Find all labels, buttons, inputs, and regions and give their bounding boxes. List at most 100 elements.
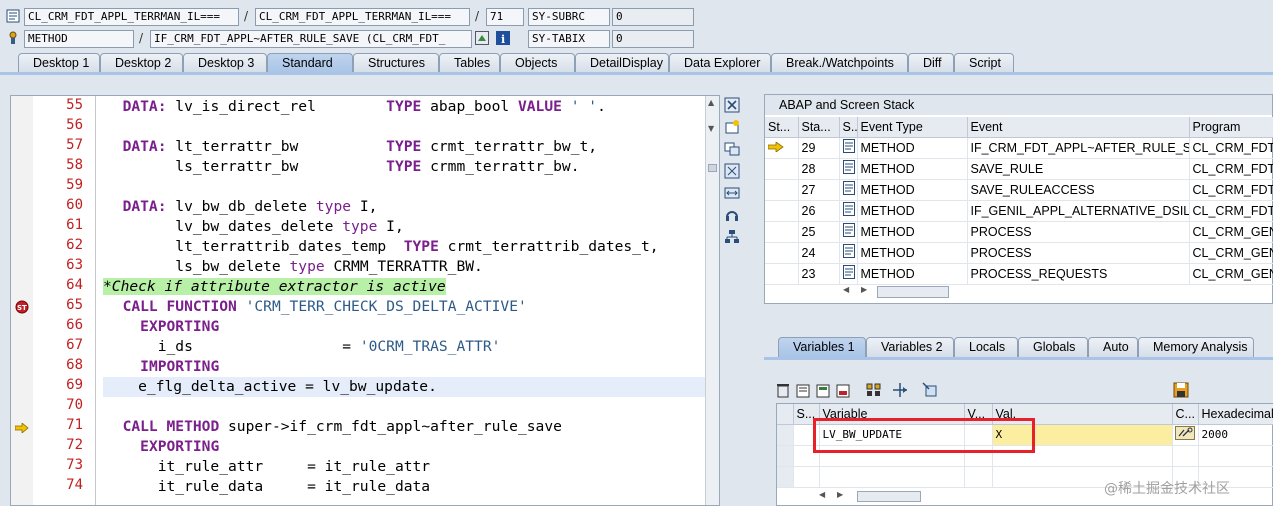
col-hex[interactable]: Hexadecimal V bbox=[1198, 404, 1273, 425]
stack-level-cell: 23 bbox=[798, 263, 840, 285]
event-cell[interactable]: PROCESS bbox=[967, 242, 1190, 264]
breakpoint-icon[interactable]: ST bbox=[14, 300, 30, 314]
scroll-thumb[interactable] bbox=[857, 491, 921, 502]
variables-tabstrip: Variables 1 Variables 2 Locals Globals A… bbox=[764, 337, 1273, 359]
variables-horizontal-scrollbar[interactable]: ◀ ▶ bbox=[819, 490, 1119, 504]
event-type-cell: METHOD bbox=[857, 200, 968, 222]
event-cell[interactable]: PROCESS bbox=[967, 221, 1190, 243]
tab-detail-display[interactable]: DetailDisplay bbox=[575, 53, 669, 73]
move-icon[interactable] bbox=[892, 382, 908, 401]
line-number: 59 bbox=[66, 177, 83, 193]
code-line: it_rule_data = it_rule_data bbox=[105, 478, 431, 495]
code-line: e_flg_delta_active = lv_bw_update. bbox=[103, 377, 707, 397]
stack-row[interactable]: 28 METHODSAVE_RULECL_CRM_FDT_A bbox=[765, 158, 1273, 180]
program-icon bbox=[6, 9, 20, 23]
col-event[interactable]: Event bbox=[967, 117, 1190, 138]
tab-variables-1[interactable]: Variables 1 bbox=[778, 337, 866, 357]
tab-tables[interactable]: Tables bbox=[439, 53, 500, 73]
tab-desktop-1[interactable]: Desktop 1 bbox=[18, 53, 100, 73]
tab-diff[interactable]: Diff bbox=[908, 53, 954, 73]
scroll-right-icon[interactable]: ▶ bbox=[837, 490, 843, 499]
services-icon[interactable] bbox=[724, 207, 740, 223]
scroll-thumb[interactable] bbox=[877, 286, 949, 298]
tab-variables-2[interactable]: Variables 2 bbox=[866, 337, 954, 357]
scroll-down-icon[interactable]: ▼ bbox=[708, 124, 714, 133]
col-event-type[interactable]: Event Type bbox=[857, 117, 968, 138]
delete-icon[interactable] bbox=[776, 382, 790, 401]
scroll-right-icon[interactable]: ▶ bbox=[861, 285, 867, 294]
col-s[interactable]: S... bbox=[839, 117, 858, 138]
event-cell[interactable]: IF_GENIL_APPL_ALTERNATIVE_DSIL~... bbox=[967, 200, 1190, 222]
navigate-icon[interactable] bbox=[475, 31, 489, 45]
tab-memory-analysis[interactable]: Memory Analysis bbox=[1138, 337, 1254, 357]
include-field[interactable]: CL_CRM_FDT_APPL_TERRMAN_IL=== bbox=[255, 8, 470, 26]
event-type-cell: METHOD bbox=[857, 179, 968, 201]
program-cell: CL_CRM_GENER bbox=[1189, 221, 1273, 243]
delete-all-icon[interactable] bbox=[796, 382, 810, 401]
pointer-cell bbox=[765, 158, 799, 180]
tab-data-explorer[interactable]: Data Explorer bbox=[669, 53, 771, 73]
event-cell[interactable]: SAVE_RULE bbox=[967, 158, 1190, 180]
stack-row[interactable]: 27 METHODSAVE_RULEACCESSCL_CRM_FDT_A bbox=[765, 179, 1273, 201]
editor-vertical-scrollbar[interactable]: ▲ ▼ bbox=[705, 96, 719, 505]
col-st[interactable]: St... bbox=[765, 117, 799, 138]
maximize-icon[interactable] bbox=[724, 163, 740, 179]
main-program-field[interactable]: CL_CRM_FDT_APPL_TERRMAN_IL=== bbox=[24, 8, 239, 26]
tab-standard[interactable]: Standard bbox=[267, 53, 353, 73]
col-c[interactable]: C... bbox=[1172, 404, 1199, 425]
svg-text:ST: ST bbox=[17, 304, 27, 312]
structure-icon[interactable] bbox=[866, 382, 882, 401]
stack-row[interactable]: 25 METHODPROCESSCL_CRM_GENER bbox=[765, 221, 1273, 243]
program-cell: CL_CRM_GENER bbox=[1189, 242, 1273, 264]
event-cell[interactable]: PROCESS_REQUESTS bbox=[967, 263, 1190, 285]
col-stack-level[interactable]: Sta... bbox=[798, 117, 840, 138]
hierarchy-icon[interactable] bbox=[724, 229, 740, 245]
save-icon[interactable] bbox=[1173, 382, 1189, 401]
tab-globals[interactable]: Globals bbox=[1018, 337, 1088, 357]
tab-desktop-2[interactable]: Desktop 2 bbox=[100, 53, 183, 73]
col-select[interactable] bbox=[777, 404, 794, 425]
replace-tool-icon[interactable] bbox=[724, 141, 740, 157]
tab-breakpoints[interactable]: Break./Watchpoints bbox=[771, 53, 908, 73]
save-variables-icon[interactable] bbox=[816, 382, 830, 401]
load-variables-icon[interactable] bbox=[836, 382, 850, 401]
sysvar-value-1: 0 bbox=[612, 8, 694, 26]
line-number-field[interactable]: 71 bbox=[486, 8, 524, 26]
tab-desktop-3[interactable]: Desktop 3 bbox=[183, 53, 267, 73]
source-code-icon bbox=[842, 265, 855, 279]
program-cell: CL_CRM_FDT_A bbox=[1189, 137, 1273, 159]
tab-structures[interactable]: Structures bbox=[353, 53, 439, 73]
source-code-editor[interactable]: ST 55 56 57 58 59 60 61 62 63 64 65 66 6… bbox=[10, 95, 720, 506]
tab-locals[interactable]: Locals bbox=[954, 337, 1018, 357]
scroll-up-icon[interactable]: ▲ bbox=[708, 98, 714, 107]
event-cell[interactable]: IF_CRM_FDT_APPL~AFTER_RULE_SAVE bbox=[967, 137, 1190, 159]
change-value-icon[interactable] bbox=[1172, 424, 1199, 446]
new-tool-icon[interactable] bbox=[724, 119, 740, 135]
stack-row[interactable]: 26 METHOD IF_GENIL_APPL_ALTERNATIVE_DSIL~.… bbox=[765, 200, 1273, 222]
event-cell[interactable]: SAVE_RULEACCESS bbox=[967, 179, 1190, 201]
col-program[interactable]: Program bbox=[1189, 117, 1273, 138]
stack-horizontal-scrollbar[interactable]: ◀ ▶ bbox=[843, 285, 1273, 299]
stack-row[interactable]: 29 METHODIF_CRM_FDT_APPL~AFTER_RULE_SAVEC… bbox=[765, 137, 1273, 159]
pointer-cell bbox=[765, 200, 799, 222]
close-icon[interactable] bbox=[724, 97, 740, 113]
pointer-cell bbox=[765, 263, 799, 285]
slash-separator: / bbox=[139, 31, 144, 45]
scroll-thumb[interactable] bbox=[708, 164, 717, 172]
source-icon-cell bbox=[839, 158, 858, 180]
stack-row[interactable]: 23 METHODPROCESS_REQUESTSCL_CRM_GENER bbox=[765, 263, 1273, 285]
info-icon[interactable]: i bbox=[496, 31, 510, 46]
swap-icon[interactable] bbox=[724, 185, 740, 201]
open-object-icon[interactable] bbox=[922, 382, 938, 401]
tab-objects[interactable]: Objects bbox=[500, 53, 575, 73]
pointer-cell bbox=[765, 242, 799, 264]
tab-auto[interactable]: Auto bbox=[1088, 337, 1138, 357]
debugger-tabstrip: Desktop 1 Desktop 2 Desktop 3 Standard S… bbox=[0, 53, 1273, 73]
row-selector[interactable] bbox=[777, 424, 794, 446]
code-line: *Check if attribute extractor is active bbox=[103, 278, 446, 295]
scroll-left-icon[interactable]: ◀ bbox=[819, 490, 825, 499]
tab-script[interactable]: Script bbox=[954, 53, 1014, 73]
stack-row[interactable]: 24 METHODPROCESSCL_CRM_GENER bbox=[765, 242, 1273, 264]
highlight-box bbox=[813, 418, 1035, 453]
scroll-left-icon[interactable]: ◀ bbox=[843, 285, 849, 294]
